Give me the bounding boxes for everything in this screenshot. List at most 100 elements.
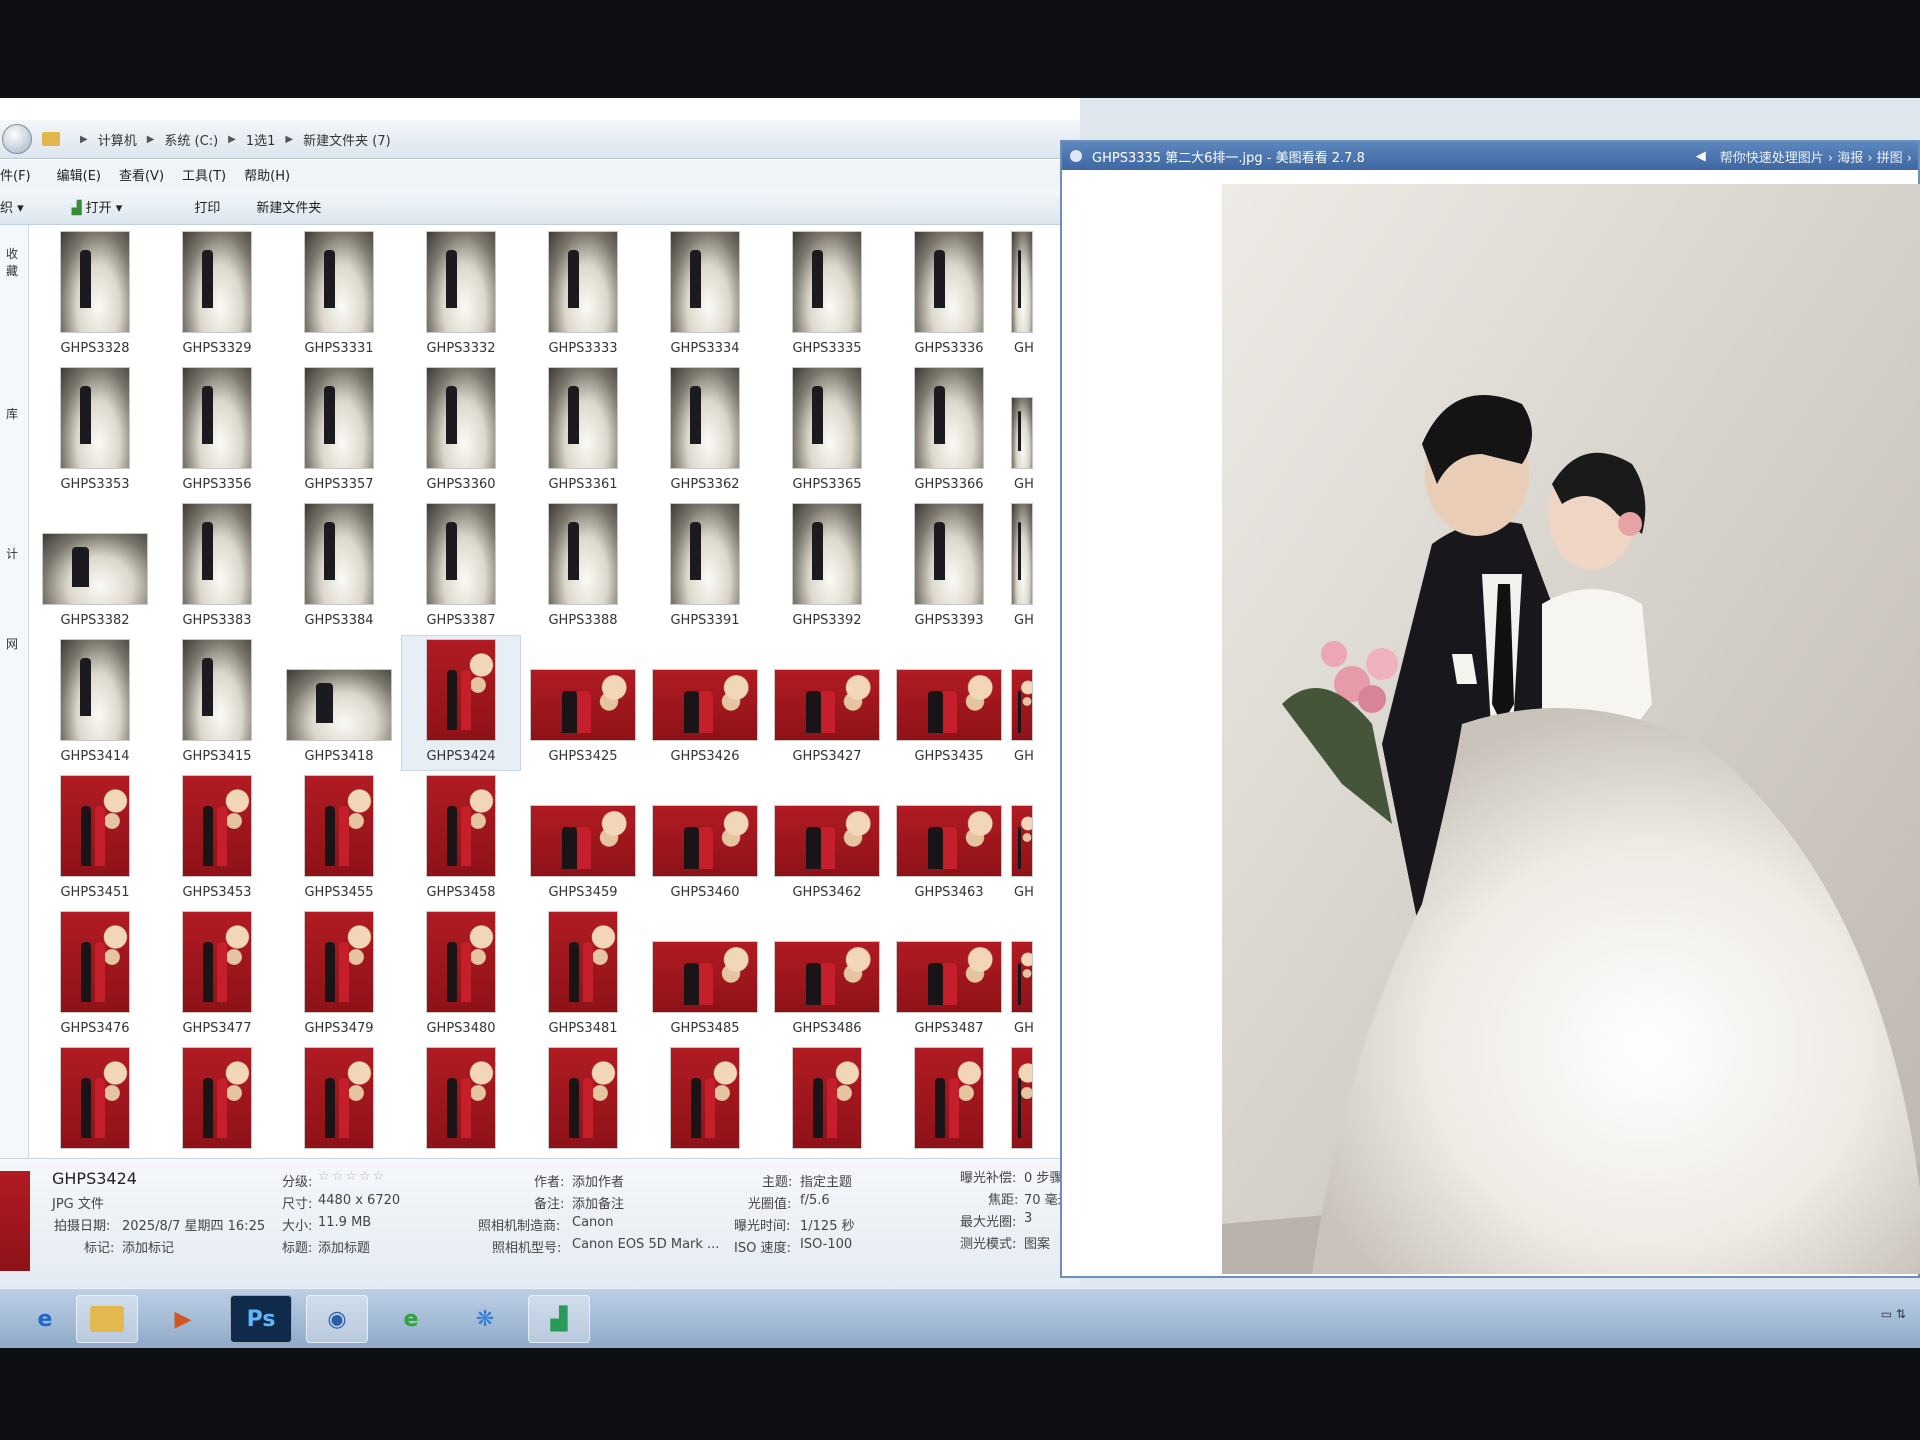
file-item[interactable]: GHPS3427 bbox=[768, 636, 886, 770]
open-button[interactable]: ▟ 打开 ▾ bbox=[72, 197, 159, 216]
file-item[interactable]: GHPS3353 bbox=[36, 364, 154, 498]
speaker-icon[interactable]: ◀ bbox=[1696, 149, 1706, 164]
file-item[interactable]: GHPS3328 bbox=[36, 228, 154, 362]
iso-value: ISO-100 bbox=[800, 1237, 853, 1252]
file-item[interactable]: GHPS3476 bbox=[36, 908, 154, 1042]
file-name: GHPS3332 bbox=[426, 341, 496, 356]
rating-stars[interactable]: ☆☆☆☆☆ bbox=[318, 1169, 386, 1184]
file-name: GHPS3453 bbox=[182, 885, 252, 900]
viewer-help-link[interactable]: 帮你快速处理图片 › 海报 › 拼图 › bbox=[1720, 147, 1912, 166]
comment-value[interactable]: 添加备注 bbox=[572, 1193, 624, 1212]
file-item[interactable]: GHPS3360 bbox=[402, 364, 520, 498]
file-item[interactable]: GHPS3480 bbox=[402, 908, 520, 1042]
crumb-current[interactable]: 新建文件夹 (7) bbox=[303, 130, 391, 149]
file-item[interactable]: GHPS3336 bbox=[890, 228, 1008, 362]
file-item[interactable]: GHPS3388 bbox=[524, 500, 642, 634]
file-item[interactable]: GHPS3462 bbox=[768, 772, 886, 906]
file-item[interactable]: GHPS3331 bbox=[280, 228, 398, 362]
photoshop-icon[interactable]: Ps bbox=[230, 1295, 292, 1343]
file-item[interactable]: GHPS3453 bbox=[158, 772, 276, 906]
menu-file[interactable]: 件(F) bbox=[0, 165, 31, 184]
nav-libraries[interactable]: 库 bbox=[6, 405, 18, 422]
file-item[interactable]: GHPS3366 bbox=[890, 364, 1008, 498]
file-item[interactable]: GHPS3479 bbox=[280, 908, 398, 1042]
nav-network[interactable]: 网 bbox=[6, 635, 18, 652]
file-item[interactable]: GHPS3332 bbox=[402, 228, 520, 362]
meitu-viewer-icon[interactable]: ◉ bbox=[306, 1295, 368, 1343]
back-button[interactable] bbox=[2, 124, 32, 154]
file-item[interactable]: GHPS3485 bbox=[646, 908, 764, 1042]
file-thumbnail bbox=[915, 504, 983, 604]
file-item[interactable]: GHPS3357 bbox=[280, 364, 398, 498]
file-item[interactable]: GHPS3435 bbox=[890, 636, 1008, 770]
print-button[interactable]: 打印 bbox=[194, 197, 220, 216]
file-item[interactable]: GHPS3382 bbox=[36, 500, 154, 634]
explorer-window: ▶ 计算机 ▶ 系统 (C:) ▶ 1选1 ▶ 新建文件夹 (7) 件(F) 编… bbox=[0, 98, 1080, 1289]
file-name: GHPS3458 bbox=[426, 885, 496, 900]
crumb-folder[interactable]: 1选1 bbox=[246, 130, 276, 149]
file-item[interactable]: GHPS3415 bbox=[158, 636, 276, 770]
chart-app-icon[interactable]: ▟ bbox=[528, 1295, 590, 1343]
file-item[interactable]: GHPS3424 bbox=[401, 635, 521, 771]
file-thumbnail bbox=[183, 912, 251, 1012]
details-tags[interactable]: 添加标记 bbox=[122, 1237, 174, 1256]
ie-icon[interactable]: e bbox=[14, 1295, 76, 1343]
menu-edit[interactable]: 编辑(E) bbox=[57, 165, 101, 184]
viewer-title-bar[interactable]: GHPS3335 第二大6排一.jpg - 美图看看 2.7.8 ◀ 帮你快速处… bbox=[1062, 142, 1918, 170]
nav-favorites[interactable]: 收藏 bbox=[6, 245, 28, 279]
file-item[interactable]: GHPS3361 bbox=[524, 364, 642, 498]
network-app-icon[interactable]: ❋ bbox=[454, 1295, 516, 1343]
file-thumbnail bbox=[897, 942, 1001, 1012]
file-item[interactable]: GHPS3487 bbox=[890, 908, 1008, 1042]
system-tray[interactable]: ▭ ⇅ bbox=[1881, 1307, 1906, 1321]
file-thumbnail bbox=[671, 368, 739, 468]
crumb-computer[interactable]: 计算机 bbox=[98, 130, 137, 149]
file-item[interactable]: GHPS3334 bbox=[646, 228, 764, 362]
file-item[interactable]: GHPS3393 bbox=[890, 500, 1008, 634]
file-item[interactable]: GHPS3392 bbox=[768, 500, 886, 634]
chevron-right-icon: ▶ bbox=[228, 133, 236, 145]
media-player-icon[interactable]: ▶ bbox=[152, 1295, 214, 1343]
file-item[interactable]: GHPS3486 bbox=[768, 908, 886, 1042]
file-item[interactable]: GHPS3481 bbox=[524, 908, 642, 1042]
file-item[interactable]: GHPS3384 bbox=[280, 500, 398, 634]
menu-tools[interactable]: 工具(T) bbox=[182, 165, 226, 184]
organize-button[interactable]: 织 ▾ bbox=[0, 197, 24, 216]
subject-value[interactable]: 指定主题 bbox=[800, 1171, 852, 1190]
file-item[interactable]: GHPS3329 bbox=[158, 228, 276, 362]
file-item[interactable]: GHPS3418 bbox=[280, 636, 398, 770]
menu-view[interactable]: 查看(V) bbox=[119, 165, 164, 184]
file-item[interactable]: GHPS3333 bbox=[524, 228, 642, 362]
file-item[interactable]: GHPS3458 bbox=[402, 772, 520, 906]
address-bar[interactable]: ▶ 计算机 ▶ 系统 (C:) ▶ 1选1 ▶ 新建文件夹 (7) bbox=[0, 120, 1080, 159]
exposure-value: 1/125 秒 bbox=[800, 1219, 855, 1234]
title-value[interactable]: 添加标题 bbox=[318, 1237, 370, 1256]
file-item[interactable]: GHPS3451 bbox=[36, 772, 154, 906]
file-item[interactable]: GHPS3362 bbox=[646, 364, 764, 498]
file-item[interactable]: GHPS3459 bbox=[524, 772, 642, 906]
file-item[interactable]: GHPS3455 bbox=[280, 772, 398, 906]
file-item[interactable]: GHPS3460 bbox=[646, 772, 764, 906]
explorer-taskbar-button[interactable] bbox=[76, 1295, 138, 1343]
file-item[interactable]: GHPS3365 bbox=[768, 364, 886, 498]
file-item[interactable]: GHPS3463 bbox=[890, 772, 1008, 906]
file-thumbnail bbox=[1012, 504, 1032, 604]
file-item[interactable]: GHPS3387 bbox=[402, 500, 520, 634]
menu-help[interactable]: 帮助(H) bbox=[244, 165, 290, 184]
file-item[interactable]: GHPS3426 bbox=[646, 636, 764, 770]
file-name: GHPS3384 bbox=[304, 613, 374, 628]
model-value: Canon EOS 5D Mark ... bbox=[572, 1237, 720, 1252]
file-item[interactable]: GHPS3414 bbox=[36, 636, 154, 770]
crumb-drive[interactable]: 系统 (C:) bbox=[164, 130, 218, 149]
file-item[interactable]: GHPS3356 bbox=[158, 364, 276, 498]
author-value[interactable]: 添加作者 bbox=[572, 1171, 624, 1190]
file-item[interactable]: GHPS3335 bbox=[768, 228, 886, 362]
browser-icon[interactable]: e bbox=[380, 1295, 442, 1343]
file-item[interactable]: GHPS3477 bbox=[158, 908, 276, 1042]
file-item[interactable]: GHPS3425 bbox=[524, 636, 642, 770]
new-folder-button[interactable]: 新建文件夹 bbox=[256, 197, 321, 216]
file-item[interactable]: GHPS3391 bbox=[646, 500, 764, 634]
dims-label: 尺寸: bbox=[282, 1197, 313, 1212]
nav-computer[interactable]: 计 bbox=[6, 545, 18, 562]
file-item[interactable]: GHPS3383 bbox=[158, 500, 276, 634]
